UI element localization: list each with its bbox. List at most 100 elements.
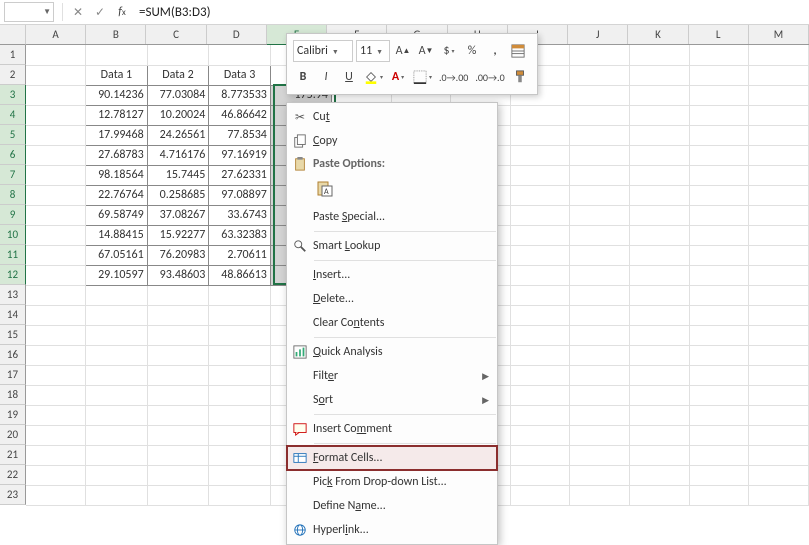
cell[interactable] xyxy=(630,85,690,105)
cell[interactable] xyxy=(510,285,570,305)
column-header[interactable]: A xyxy=(26,25,86,44)
bold-button[interactable]: B xyxy=(293,66,313,88)
cell[interactable] xyxy=(689,405,749,425)
cell[interactable] xyxy=(689,265,749,285)
cell[interactable] xyxy=(630,205,690,225)
cell[interactable] xyxy=(749,65,809,85)
cell[interactable] xyxy=(749,265,809,285)
cell[interactable] xyxy=(630,425,690,445)
cell[interactable]: 15.92277 xyxy=(147,225,209,245)
row-header[interactable]: 13 xyxy=(0,285,26,305)
cell[interactable]: Data 1 xyxy=(86,65,148,85)
row-header[interactable]: 22 xyxy=(0,465,26,485)
cell[interactable]: 46.86642 xyxy=(209,105,271,125)
menu-hyperlink[interactable]: Hyperlink... xyxy=(287,518,497,542)
row-header[interactable]: 14 xyxy=(0,305,26,325)
cell[interactable] xyxy=(510,145,570,165)
row-header[interactable]: 17 xyxy=(0,365,26,385)
cell[interactable] xyxy=(209,405,271,425)
cell[interactable] xyxy=(570,365,630,385)
cell[interactable] xyxy=(749,245,809,265)
cell[interactable] xyxy=(209,365,271,385)
cell[interactable] xyxy=(26,285,86,305)
cell[interactable] xyxy=(510,485,570,505)
cell[interactable] xyxy=(510,445,570,465)
cell[interactable] xyxy=(209,45,271,65)
row-header[interactable]: 8 xyxy=(0,185,26,205)
cell[interactable] xyxy=(689,425,749,445)
column-header[interactable]: C xyxy=(146,25,206,44)
cell[interactable]: 27.62331 xyxy=(209,165,271,185)
cell[interactable] xyxy=(630,485,690,505)
menu-define-name[interactable]: Define Name... xyxy=(287,494,497,518)
cell[interactable]: Data 2 xyxy=(147,65,209,85)
cell[interactable] xyxy=(510,385,570,405)
cell[interactable] xyxy=(630,265,690,285)
cell[interactable] xyxy=(630,305,690,325)
cell[interactable] xyxy=(86,365,148,385)
cell[interactable] xyxy=(570,265,630,285)
cell[interactable] xyxy=(26,165,86,185)
row-header[interactable]: 19 xyxy=(0,405,26,425)
cell[interactable] xyxy=(510,365,570,385)
cell[interactable] xyxy=(749,425,809,445)
cell[interactable] xyxy=(749,485,809,505)
cell[interactable] xyxy=(689,365,749,385)
cell[interactable] xyxy=(147,485,209,505)
column-header[interactable]: B xyxy=(86,25,146,44)
column-header[interactable]: L xyxy=(689,25,749,44)
cell[interactable]: 4.716176 xyxy=(147,145,209,165)
cell[interactable] xyxy=(147,385,209,405)
cell[interactable] xyxy=(689,85,749,105)
cell[interactable] xyxy=(630,325,690,345)
cell[interactable] xyxy=(630,345,690,365)
menu-filter[interactable]: Filter ▶ xyxy=(287,364,497,388)
insert-function-button[interactable]: fx xyxy=(111,2,133,22)
row-header[interactable]: 4 xyxy=(0,105,26,125)
cell[interactable] xyxy=(630,225,690,245)
decrease-decimal-button[interactable]: .00→.0 xyxy=(473,66,506,88)
cell[interactable] xyxy=(570,65,630,85)
increase-font-button[interactable]: A▲ xyxy=(393,40,413,62)
menu-clear-contents[interactable]: Clear Contents xyxy=(287,311,497,335)
cell[interactable] xyxy=(209,285,271,305)
cell[interactable] xyxy=(147,305,209,325)
percent-format-button[interactable]: % xyxy=(462,40,482,62)
paste-option-default[interactable]: A xyxy=(313,177,337,201)
cell[interactable] xyxy=(86,405,148,425)
cell[interactable] xyxy=(26,45,86,65)
conditional-format-button[interactable] xyxy=(508,40,528,62)
cell[interactable] xyxy=(147,365,209,385)
accounting-format-button[interactable]: $▾ xyxy=(439,40,459,62)
cell[interactable] xyxy=(26,265,86,285)
cell[interactable] xyxy=(749,85,809,105)
cell[interactable] xyxy=(570,85,630,105)
borders-button[interactable]: ▾ xyxy=(411,66,434,88)
comma-format-button[interactable]: , xyxy=(485,40,505,62)
cell[interactable] xyxy=(570,205,630,225)
cell[interactable] xyxy=(86,465,148,485)
cell[interactable] xyxy=(749,165,809,185)
cell[interactable] xyxy=(510,345,570,365)
cell[interactable]: 77.8534 xyxy=(209,125,271,145)
menu-quick-analysis[interactable]: Quick Analysis xyxy=(287,340,497,364)
cell[interactable] xyxy=(630,125,690,145)
row-header[interactable]: 9 xyxy=(0,205,26,225)
cell[interactable] xyxy=(749,305,809,325)
menu-delete[interactable]: Delete... xyxy=(287,287,497,311)
cell[interactable] xyxy=(86,485,148,505)
cell[interactable] xyxy=(510,425,570,445)
cell[interactable] xyxy=(689,185,749,205)
row-header[interactable]: 5 xyxy=(0,125,26,145)
menu-insert-comment[interactable]: Insert Comment xyxy=(287,417,497,441)
cell[interactable] xyxy=(510,185,570,205)
cell[interactable] xyxy=(86,385,148,405)
cell[interactable]: 22.76764 xyxy=(86,185,148,205)
menu-copy[interactable]: Copy xyxy=(287,129,497,153)
column-header[interactable]: J xyxy=(568,25,628,44)
row-header[interactable]: 11 xyxy=(0,245,26,265)
cell[interactable] xyxy=(570,445,630,465)
cell[interactable] xyxy=(26,85,86,105)
cell[interactable] xyxy=(689,245,749,265)
cell[interactable] xyxy=(630,145,690,165)
